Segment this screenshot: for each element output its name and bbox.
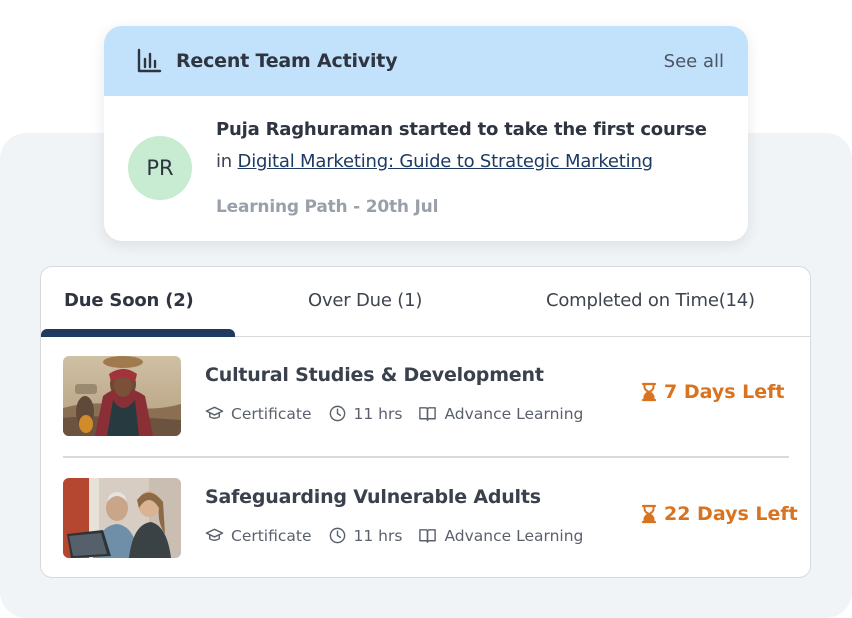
course-duration: 11 hrs — [353, 404, 403, 423]
tab-due-soon[interactable]: Due Soon (2) — [64, 290, 194, 311]
course-row[interactable]: Cultural Studies & Development Certifica… — [63, 356, 789, 440]
activity-course-line: in Digital Marketing: Guide to Strategic… — [216, 151, 653, 172]
course-level: Advance Learning — [444, 404, 584, 423]
due-badge: 7 Days Left — [641, 381, 785, 403]
course-thumbnail-image — [63, 356, 181, 436]
days-left-label: 7 Days Left — [664, 381, 785, 403]
course-thumbnail-image — [63, 478, 181, 558]
book-icon — [419, 407, 437, 421]
course-level: Advance Learning — [444, 526, 584, 545]
due-badge: 22 Days Left — [641, 503, 798, 525]
course-type: Certificate — [231, 404, 312, 423]
hourglass-icon — [641, 382, 657, 402]
course-row[interactable]: Safeguarding Vulnerable Adults Certifica… — [63, 478, 798, 562]
course-thumbnail — [63, 356, 181, 436]
days-left-label: 22 Days Left — [664, 503, 798, 525]
activity-item: PR Puja Raghuraman started to take the f… — [104, 96, 748, 241]
tab-completed-on-time[interactable]: Completed on Time(14) — [546, 290, 755, 311]
book-icon — [419, 529, 437, 543]
avatar: PR — [128, 136, 192, 200]
course-thumbnail — [63, 478, 181, 558]
activity-meta: Learning Path - 20th Jul — [216, 197, 439, 217]
course-meta: Certificate 11 hrs Advance Learning — [205, 404, 599, 423]
course-duration: 11 hrs — [353, 526, 403, 545]
clock-icon — [329, 405, 345, 422]
activity-in-prefix: in — [216, 151, 238, 172]
activity-title: Recent Team Activity — [176, 50, 398, 72]
activity-header: Recent Team Activity See all — [104, 26, 748, 96]
activity-header-left: Recent Team Activity — [136, 48, 398, 74]
course-link[interactable]: Digital Marketing: Guide to Strategic Ma… — [238, 151, 654, 172]
level-meta: Advance Learning — [418, 526, 583, 545]
level-meta: Advance Learning — [418, 404, 583, 423]
recent-team-activity-card: Recent Team Activity See all PR Puja Rag… — [104, 26, 748, 241]
duration-meta: 11 hrs — [328, 404, 403, 423]
bar-chart-icon — [137, 48, 162, 73]
clock-icon — [329, 527, 345, 544]
hourglass-icon — [641, 504, 657, 524]
course-title[interactable]: Safeguarding Vulnerable Adults — [205, 486, 541, 508]
graduation-cap-icon — [205, 406, 224, 419]
row-divider — [63, 456, 789, 458]
tab-over-due[interactable]: Over Due (1) — [308, 290, 422, 311]
see-all-link[interactable]: See all — [664, 51, 724, 72]
course-meta: Certificate 11 hrs Advance Learning — [205, 526, 599, 545]
duration-meta: 11 hrs — [328, 526, 403, 545]
course-title[interactable]: Cultural Studies & Development — [205, 364, 544, 386]
certificate-meta: Certificate — [205, 404, 312, 423]
activity-description: Puja Raghuraman started to take the firs… — [216, 119, 707, 140]
active-tab-indicator — [41, 329, 235, 337]
course-type: Certificate — [231, 526, 312, 545]
tab-bar: Due Soon (2) Over Due (1) Completed on T… — [41, 267, 810, 337]
due-courses-card: Due Soon (2) Over Due (1) Completed on T… — [40, 266, 811, 578]
certificate-meta: Certificate — [205, 526, 312, 545]
graduation-cap-icon — [205, 528, 224, 541]
